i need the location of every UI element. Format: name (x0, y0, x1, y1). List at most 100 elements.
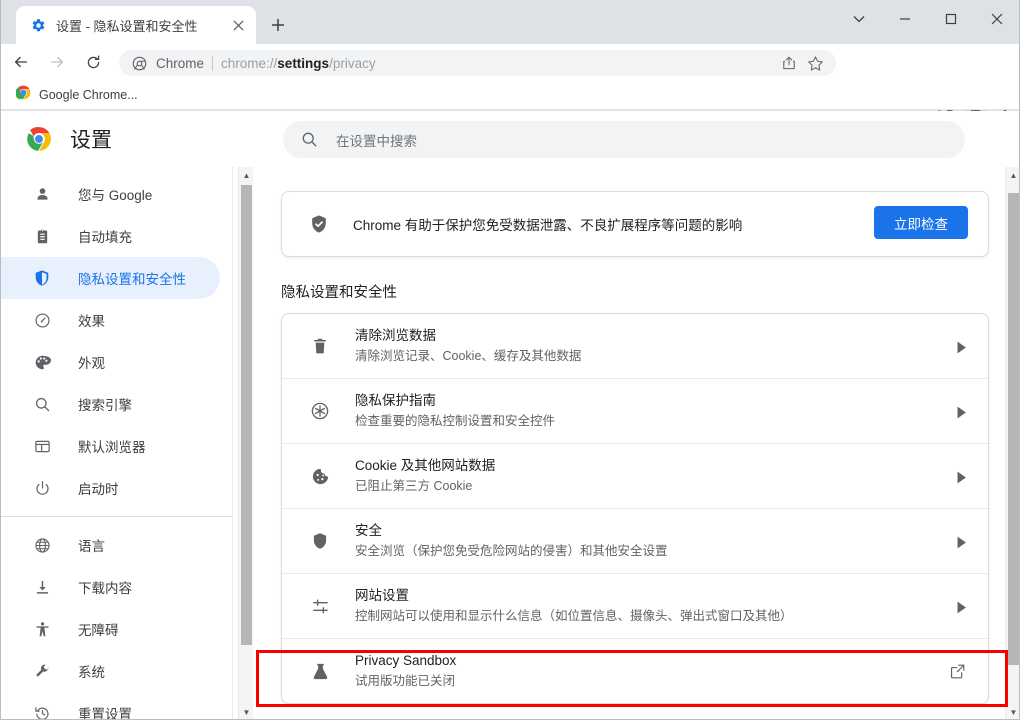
browser-tab-settings[interactable]: 设置 - 隐私设置和安全性 (16, 6, 256, 44)
window-controls (836, 0, 1020, 38)
sidebar-item-default-browser[interactable]: 默认浏览器 (0, 425, 220, 467)
omnibox-actions (776, 53, 828, 73)
row-texts: Privacy Sandbox 试用版功能已关闭 (355, 651, 456, 691)
search-icon (32, 394, 52, 414)
sidebar-divider (0, 516, 232, 517)
bookmark-star-icon[interactable] (802, 53, 828, 73)
history-restore-icon (32, 703, 52, 720)
search-icon (300, 131, 318, 149)
new-tab-button[interactable] (266, 13, 290, 37)
shield-icon (32, 268, 52, 288)
gear-icon (30, 17, 46, 33)
chevron-right-icon[interactable]: ▶ (958, 509, 966, 573)
chevron-right-icon[interactable]: ▶ (958, 314, 966, 378)
settings-row-site-settings[interactable]: 网站设置 控制网站可以使用和显示什么信息（如位置信息、摄像头、弹出式窗口及其他）… (282, 574, 988, 639)
row-subtitle: 清除浏览记录、Cookie、缓存及其他数据 (355, 349, 582, 363)
chevron-right-icon[interactable]: ▶ (958, 574, 966, 638)
window-edge-left (0, 0, 1, 720)
sidebar-item-you-and-google[interactable]: 您与 Google (0, 173, 220, 215)
row-subtitle: 安全浏览（保护您免受危险网站的侵害）和其他安全设置 (355, 544, 668, 558)
row-texts: 隐私保护指南 检查重要的隐私控制设置和安全控件 (355, 391, 555, 431)
sidebar-item-label: 您与 Google (78, 188, 153, 203)
sidebar-scrollbar[interactable]: ▲ ▼ (238, 167, 253, 720)
row-subtitle: 控制网站可以使用和显示什么信息（如位置信息、摄像头、弹出式窗口及其他） (355, 609, 793, 623)
main-scrollbar-thumb[interactable] (1008, 193, 1019, 665)
main-scrollbar[interactable]: ▲ ▼ (1005, 167, 1020, 720)
sidebar-scrollbar-thumb[interactable] (241, 185, 252, 645)
scroll-up-icon[interactable]: ▲ (239, 167, 254, 183)
shield-check-icon (309, 214, 329, 234)
safety-check-text: Chrome 有助于保护您免受数据泄露、不良扩展程序等问题的影响 (353, 218, 743, 233)
bookmark-item[interactable]: Google Chrome... (12, 84, 142, 106)
check-now-button[interactable]: 立即检查 (874, 206, 968, 239)
share-icon[interactable] (776, 53, 802, 73)
power-icon (32, 478, 52, 498)
row-texts: 网站设置 控制网站可以使用和显示什么信息（如位置信息、摄像头、弹出式窗口及其他） (355, 586, 793, 626)
sidebar-item-appearance[interactable]: 外观 (0, 341, 220, 383)
settings-sidebar: 您与 Google 自动填充 隐私设置和安全性 效果 外观 搜索引擎 默认浏览器… (0, 167, 232, 720)
chevron-right-icon[interactable]: ▶ (958, 444, 966, 508)
row-title: 网站设置 (355, 588, 409, 603)
sidebar-item-search-engine[interactable]: 搜索引擎 (0, 383, 220, 425)
row-subtitle: 已阻止第三方 Cookie (355, 479, 473, 493)
sidebar-item-label: 下载内容 (78, 581, 132, 596)
back-icon[interactable] (6, 47, 36, 77)
chrome-browser-window: 设置 - 隐私设置和安全性 Chrome chrome://settings/p… (0, 0, 1020, 720)
maximize-button[interactable] (928, 0, 974, 38)
scroll-down-icon[interactable]: ▼ (239, 704, 254, 720)
globe-icon (32, 535, 52, 555)
omnibox-scheme-label: Chrome (156, 55, 205, 71)
sidebar-item-autofill[interactable]: 自动填充 (0, 215, 220, 257)
sidebar-item-privacy-and-security[interactable]: 隐私设置和安全性 (0, 257, 220, 299)
forward-icon[interactable] (42, 47, 72, 77)
external-link-icon[interactable] (949, 639, 966, 703)
row-texts: Cookie 及其他网站数据 已阻止第三方 Cookie (355, 456, 495, 496)
row-subtitle: 检查重要的隐私控制设置和安全控件 (355, 414, 556, 428)
section-title: 隐私设置和安全性 (281, 285, 397, 301)
row-title: 安全 (355, 523, 382, 538)
sidebar-content-divider (232, 167, 233, 720)
person-icon (32, 184, 52, 204)
scroll-up-icon[interactable]: ▲ (1006, 167, 1020, 183)
sidebar-item-label: 搜索引擎 (78, 398, 132, 413)
cookie-icon (309, 465, 331, 487)
row-title: 清除浏览数据 (355, 328, 436, 343)
tab-title: 设置 - 隐私设置和安全性 (56, 18, 198, 34)
omnibox-separator (212, 55, 214, 71)
download-icon (32, 577, 52, 597)
minimize-button[interactable] (882, 0, 928, 38)
sidebar-item-label: 无障碍 (78, 623, 119, 638)
reload-icon[interactable] (78, 47, 108, 77)
row-title: 隐私保护指南 (355, 393, 436, 408)
sidebar-item-on-startup[interactable]: 启动时 (0, 467, 220, 509)
scroll-down-icon[interactable]: ▼ (1006, 704, 1020, 720)
shield-icon (309, 530, 331, 552)
sidebar-item-label: 自动填充 (78, 230, 132, 245)
settings-row-cookies[interactable]: Cookie 及其他网站数据 已阻止第三方 Cookie ▶ (282, 444, 988, 509)
row-title: Cookie 及其他网站数据 (355, 458, 496, 473)
settings-row-privacy-sandbox[interactable]: Privacy Sandbox 试用版功能已关闭 (282, 639, 988, 703)
close-window-button[interactable] (974, 0, 1020, 38)
settings-row-security[interactable]: 安全 安全浏览（保护您免受危险网站的侵害）和其他安全设置 ▶ (282, 509, 988, 574)
search-input[interactable]: 在设置中搜索 (336, 130, 417, 150)
tab-search-icon[interactable] (836, 0, 882, 38)
sidebar-item-accessibility[interactable]: 无障碍 (0, 608, 220, 650)
browser-window-icon (32, 436, 52, 456)
sidebar-item-performance[interactable]: 效果 (0, 299, 220, 341)
sidebar-item-downloads[interactable]: 下载内容 (0, 566, 220, 608)
speedometer-icon (32, 310, 52, 330)
sidebar-item-languages[interactable]: 语言 (0, 524, 220, 566)
url-suffix: /privacy (329, 55, 376, 71)
sidebar-item-label: 重置设置 (78, 707, 132, 720)
close-icon[interactable] (230, 17, 246, 33)
chevron-right-icon[interactable]: ▶ (958, 379, 966, 443)
sidebar-item-label: 系统 (78, 665, 105, 680)
settings-row-privacy-guide[interactable]: 隐私保护指南 检查重要的隐私控制设置和安全控件 ▶ (282, 379, 988, 444)
sidebar-item-system[interactable]: 系统 (0, 650, 220, 692)
sidebar-item-reset-settings[interactable]: 重置设置 (0, 692, 220, 720)
settings-search-box[interactable]: 在设置中搜索 (283, 121, 965, 158)
address-bar[interactable]: Chrome chrome://settings/privacy (119, 50, 836, 76)
bookmarks-bar: Google Chrome... (0, 80, 1020, 110)
settings-row-clear-browsing-data[interactable]: 清除浏览数据 清除浏览记录、Cookie、缓存及其他数据 ▶ (282, 314, 988, 379)
trash-icon (309, 335, 331, 357)
